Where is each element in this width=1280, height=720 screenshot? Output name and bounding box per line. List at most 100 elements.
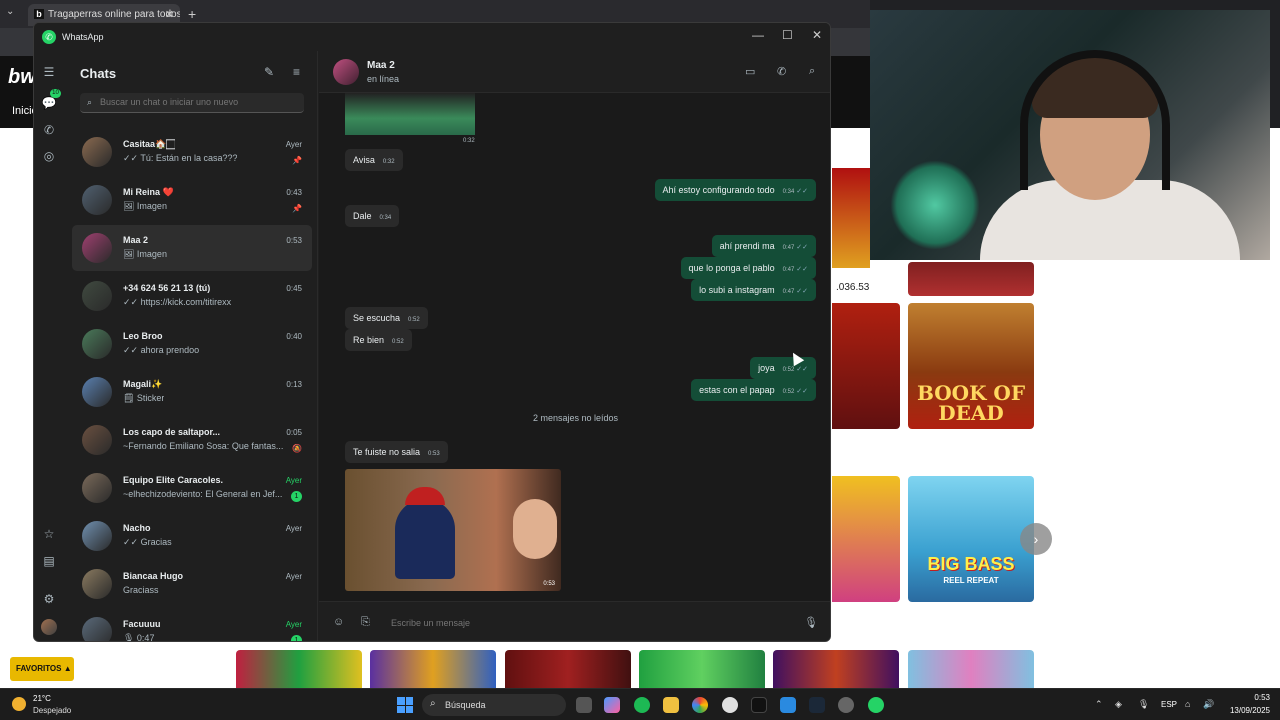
weather-moon-icon[interactable]	[12, 697, 26, 711]
search-input[interactable]	[100, 97, 300, 107]
carousel-next-button[interactable]: ›	[1020, 523, 1052, 555]
notepad-icon[interactable]	[780, 697, 796, 713]
tab-menu-icon[interactable]: ⌄	[6, 6, 14, 17]
chat-item[interactable]: Mi Reina ❤️ 🖼 Imagen 0:43 📌	[72, 177, 312, 223]
microphone-icon[interactable]: 🎙	[804, 616, 818, 629]
game-thumb-partial[interactable]	[832, 476, 900, 602]
contact-name[interactable]: Maa 2	[367, 60, 395, 71]
taskbar-search[interactable]: ⌕ Búsqueda	[422, 694, 566, 716]
incoming-message[interactable]: Re bien 0:52	[345, 329, 412, 351]
game-thumb-big-bass[interactable]: BIG BASS REEL REPEAT	[908, 476, 1034, 602]
whatsapp-taskbar-icon[interactable]	[868, 697, 884, 713]
chat-item[interactable]: Facuuuu 🎙 0:47 Ayer 1	[72, 609, 312, 641]
tiktok-icon[interactable]	[751, 697, 767, 713]
game-thumb-bottom[interactable]	[505, 650, 631, 690]
chats-icon[interactable]: 💬	[41, 96, 57, 112]
calls-icon[interactable]: ✆	[41, 123, 57, 139]
spotify-icon[interactable]	[634, 697, 650, 713]
tray-mic-icon[interactable]: 🎙	[1138, 699, 1149, 710]
chat-item[interactable]: Los capo de saltapor... ~Fernando Emilian…	[72, 417, 312, 463]
maximize-icon[interactable]: ☐	[782, 28, 793, 42]
contact-status: en línea	[367, 74, 400, 84]
image-message[interactable]	[345, 93, 475, 135]
chat-item[interactable]: Equipo Elite Caracoles. ~elhechizodevient…	[72, 465, 312, 511]
chat-item[interactable]: Biancaa Hugo Graciass Ayer	[72, 561, 312, 607]
minimize-icon[interactable]: —	[752, 28, 764, 42]
chat-item[interactable]: Leo Broo ✓✓ ahora prendoo 0:40	[72, 321, 312, 367]
game-thumb-bottom[interactable]	[639, 650, 765, 690]
chatgpt-icon[interactable]	[722, 697, 738, 713]
copilot-icon[interactable]	[604, 697, 620, 713]
image-message[interactable]: 0:53	[345, 469, 561, 591]
windows-start-icon[interactable]	[397, 697, 413, 713]
chat-preview: 🖼 Imagen	[123, 249, 167, 259]
tray-overflow-icon[interactable]: ⌃	[1095, 699, 1103, 710]
incoming-message[interactable]: Se escucha 0:52	[345, 307, 428, 329]
outgoing-message[interactable]: ahí prendi ma 0:47 ✓✓	[711, 235, 816, 257]
settings-icon[interactable]: ⚙	[41, 592, 57, 608]
profile-avatar[interactable]	[41, 619, 57, 635]
chat-name: +34 624 56 21 13 (tú)	[123, 283, 211, 293]
webcam-overlay	[870, 10, 1270, 260]
chat-name: Casitaa🏠🏻	[123, 139, 176, 149]
chat-time: Ayer	[285, 620, 302, 629]
favoritos-button[interactable]: FAVORITOS ▲	[10, 657, 74, 681]
game-thumb-bottom[interactable]	[908, 650, 1034, 690]
incoming-message[interactable]: Avisa 0:32	[345, 149, 403, 171]
chat-item[interactable]: Casitaa🏠🏻 ✓✓ Tú: Están en la casa??? Ayer 📌	[72, 129, 312, 175]
menu-icon[interactable]: ☰	[41, 65, 57, 81]
game-thumb-bottom[interactable]	[236, 650, 362, 690]
tray-app-icon[interactable]: ◈	[1115, 699, 1122, 710]
game-thumb-book-of-dead[interactable]: BOOK OF DEAD	[908, 303, 1034, 429]
message-text: joya	[758, 363, 775, 373]
archive-icon[interactable]: ▤	[41, 554, 57, 570]
task-view-icon[interactable]	[576, 697, 592, 713]
clock-date[interactable]: 13/09/2025	[1224, 706, 1270, 715]
weather-description[interactable]: Despejado	[33, 706, 71, 715]
chat-name: Biancaa Hugo	[123, 571, 184, 581]
status-icon[interactable]: ◎	[41, 149, 57, 165]
incoming-message[interactable]: Te fuiste no salia 0:53	[345, 441, 448, 463]
chat-avatar	[82, 329, 112, 359]
outgoing-message[interactable]: lo subi a instagram 0:47 ✓✓	[691, 279, 816, 301]
steam-icon[interactable]	[809, 697, 825, 713]
filter-icon[interactable]: ≡	[293, 65, 300, 79]
volume-icon[interactable]: 🔊	[1203, 699, 1214, 710]
emoji-icon[interactable]: ☺	[333, 616, 344, 628]
incoming-message[interactable]: Dale 0:34	[345, 205, 400, 227]
starred-icon[interactable]: ☆	[41, 527, 57, 543]
outgoing-message[interactable]: Ahí estoy configurando todo 0:34 ✓✓	[654, 179, 816, 201]
message-input[interactable]	[391, 614, 791, 632]
network-icon[interactable]: ⌂	[1185, 699, 1190, 709]
clock-time[interactable]: 0:53	[1230, 693, 1270, 702]
outgoing-message[interactable]: joya 0:52 ✓✓	[750, 357, 816, 379]
chrome-icon[interactable]	[692, 697, 708, 713]
weather-temperature[interactable]: 21°C	[33, 694, 51, 703]
game-thumb-top[interactable]	[908, 262, 1034, 296]
chat-item[interactable]: Nacho ✓✓ Gracias Ayer	[72, 513, 312, 559]
video-call-icon[interactable]: ▭	[745, 65, 755, 78]
game-thumb-partial[interactable]	[832, 303, 900, 429]
search-messages-icon[interactable]: ⌕	[809, 65, 815, 78]
close-tab-icon[interactable]: ✕	[165, 8, 174, 21]
new-chat-icon[interactable]: ✎	[264, 65, 274, 79]
game-thumb-bottom[interactable]	[773, 650, 899, 690]
attach-icon[interactable]: ⎘	[361, 616, 370, 629]
outgoing-message[interactable]: que lo ponga el pablo 0:47 ✓✓	[680, 257, 816, 279]
message-text: Dale	[353, 211, 372, 221]
close-icon[interactable]: ✕	[812, 28, 822, 42]
chat-item[interactable]: +34 624 56 21 13 (tú) ✓✓ https://kick.com…	[72, 273, 312, 319]
new-tab-icon[interactable]: +	[188, 6, 196, 22]
chat-item[interactable]: Maa 2 🖼 Imagen 0:53	[72, 225, 312, 271]
language-indicator[interactable]: ESP	[1161, 700, 1177, 709]
outgoing-message[interactable]: estas con el papap 0:52 ✓✓	[691, 379, 816, 401]
chat-item[interactable]: Magali✨ 🗒 Sticker 0:13	[72, 369, 312, 415]
contact-avatar[interactable]	[333, 59, 359, 85]
chat-time: 0:45	[286, 284, 302, 293]
file-explorer-icon[interactable]	[663, 697, 679, 713]
game-thumb-partial[interactable]	[832, 168, 870, 268]
site-logo[interactable]: bw	[8, 66, 36, 89]
obs-icon[interactable]	[838, 697, 854, 713]
game-thumb-bottom[interactable]	[370, 650, 496, 690]
voice-call-icon[interactable]: ✆	[777, 65, 786, 78]
